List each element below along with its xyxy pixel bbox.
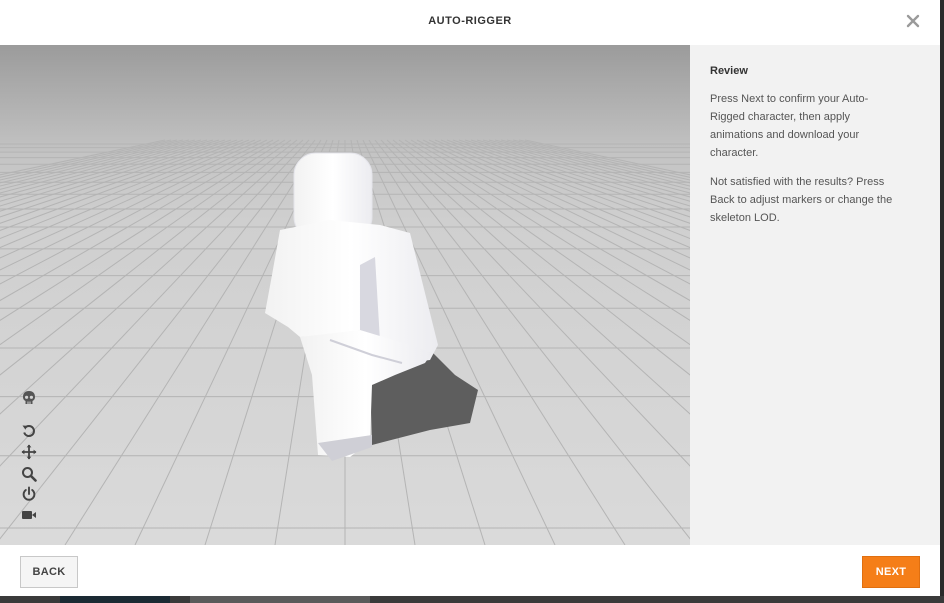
back-button[interactable]: BACK <box>20 556 78 588</box>
background-thumbnail <box>190 596 370 603</box>
dialog-footer: BACK NEXT <box>0 545 940 596</box>
panel-paragraph: Not satisfied with the results? Press Ba… <box>710 176 893 224</box>
close-icon[interactable] <box>904 12 922 30</box>
panel-heading: Review <box>710 65 748 77</box>
background-app <box>0 596 944 603</box>
camera-icon[interactable] <box>21 507 37 523</box>
review-panel: Review Press Next to confirm your Auto-R… <box>690 45 940 545</box>
background-thumbnail <box>60 596 170 603</box>
panel-paragraph: Press Next to confirm your Auto-Rigged c… <box>710 93 869 159</box>
rotate-icon[interactable] <box>21 423 37 439</box>
zoom-icon[interactable] <box>21 466 37 482</box>
pan-icon[interactable] <box>21 444 37 460</box>
skeleton-icon[interactable] <box>21 390 37 406</box>
power-icon[interactable] <box>21 486 37 502</box>
auto-rigger-dialog: AUTO-RIGGER Review Press Next to confirm… <box>0 0 940 596</box>
dialog-title: AUTO-RIGGER <box>428 15 512 27</box>
next-button[interactable]: NEXT <box>862 556 920 588</box>
dialog-header: AUTO-RIGGER <box>0 0 940 45</box>
3d-viewport[interactable] <box>0 45 690 545</box>
